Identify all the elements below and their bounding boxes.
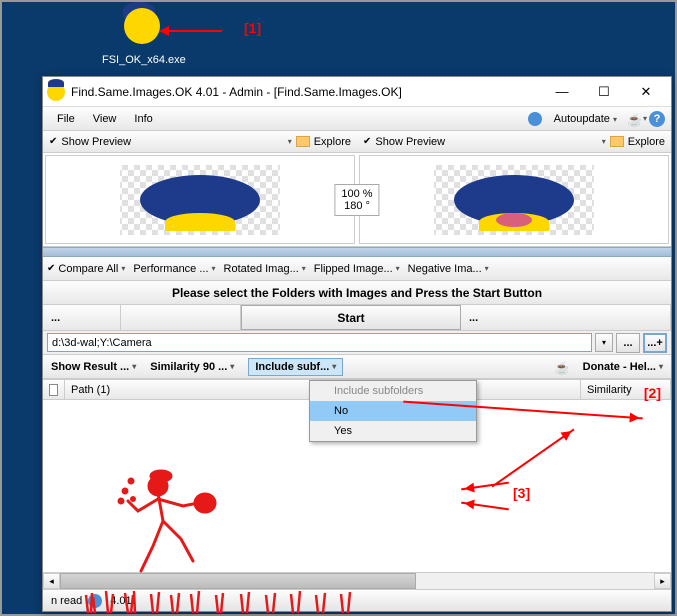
instruction-text: Please select the Folders with Images an… bbox=[43, 281, 671, 305]
filter-similarity[interactable]: Similarity 90 ...▾ bbox=[150, 361, 234, 373]
dropdown-option-yes[interactable]: Yes bbox=[310, 421, 476, 441]
scroll-right-button[interactable]: ▸ bbox=[654, 573, 671, 589]
browse-button[interactable]: ... bbox=[616, 333, 640, 353]
menu-autoupdate[interactable]: Autoupdate ▾ bbox=[546, 111, 625, 127]
start-button[interactable]: Start bbox=[241, 305, 461, 330]
menu-info[interactable]: Info bbox=[126, 111, 160, 127]
path-dropdown[interactable]: ▾ bbox=[595, 333, 613, 352]
option-compare-all[interactable]: ✔Compare All▾ bbox=[47, 263, 125, 275]
preview-toolbar: ✔ Show Preview ▾ Explore ✔ Show Preview … bbox=[43, 131, 671, 153]
path-row: ▾ ... ...+ bbox=[43, 331, 671, 355]
folder-icon bbox=[610, 136, 624, 147]
preview-pane-right[interactable] bbox=[359, 155, 669, 244]
right-dots-button[interactable]: ... bbox=[461, 305, 671, 330]
coffee-icon: ☕ bbox=[555, 361, 569, 373]
annotation-1: [1] bbox=[244, 20, 261, 36]
filter-donate[interactable]: Donate - Hel...▾ bbox=[583, 361, 663, 373]
left-dots-button[interactable]: ... bbox=[43, 305, 121, 330]
status-read: n read bbox=[51, 595, 82, 607]
chevron-down-icon[interactable]: ▾ bbox=[288, 137, 292, 146]
filter-toolbar: Show Result ...▾ Similarity 90 ...▾ Incl… bbox=[43, 355, 671, 379]
show-preview-right[interactable]: Show Preview bbox=[375, 136, 445, 148]
menu-file[interactable]: File bbox=[49, 111, 83, 127]
decorative-figure bbox=[113, 461, 233, 581]
annotation-arrow-1 bbox=[162, 30, 222, 32]
shortcut-label: FSI_OK_x64.exe bbox=[102, 54, 182, 66]
decorative-grass bbox=[83, 585, 363, 613]
maximize-button[interactable]: ☐ bbox=[583, 78, 625, 106]
option-flipped[interactable]: Flipped Image...▾ bbox=[314, 263, 400, 275]
minimize-button[interactable]: — bbox=[541, 78, 583, 106]
preview-panes: 100 % 180 ° bbox=[43, 153, 671, 247]
zoom-indicator[interactable]: 100 % 180 ° bbox=[334, 184, 379, 216]
option-performance[interactable]: Performance ...▾ bbox=[133, 263, 215, 275]
show-preview-left[interactable]: Show Preview bbox=[61, 136, 131, 148]
application-window: Find.Same.Images.OK 4.01 - Admin - [Find… bbox=[42, 76, 672, 612]
annotation-2: [2] bbox=[644, 385, 661, 401]
column-checkbox[interactable] bbox=[43, 380, 65, 399]
options-toolbar: ✔Compare All▾ Performance ...▾ Rotated I… bbox=[43, 257, 671, 281]
chevron-down-icon[interactable]: ▾ bbox=[602, 137, 606, 146]
check-icon: ✔ bbox=[49, 136, 57, 147]
window-title: Find.Same.Images.OK 4.01 - Admin - [Find… bbox=[71, 85, 541, 99]
preview-pane-left[interactable] bbox=[45, 155, 355, 244]
explore-left[interactable]: Explore bbox=[314, 136, 351, 148]
preview-image-right bbox=[434, 165, 594, 235]
action-row: ... Start ... bbox=[43, 305, 671, 331]
menu-view[interactable]: View bbox=[85, 111, 125, 127]
folder-icon bbox=[296, 136, 310, 147]
globe-icon bbox=[528, 112, 542, 126]
scroll-left-button[interactable]: ◂ bbox=[43, 573, 60, 589]
desktop-shortcut[interactable]: FSI_OK_x64.exe bbox=[102, 8, 182, 66]
option-negative[interactable]: Negative Ima...▾ bbox=[408, 263, 489, 275]
add-path-button[interactable]: ...+ bbox=[643, 333, 667, 353]
titlebar[interactable]: Find.Same.Images.OK 4.01 - Admin - [Find… bbox=[43, 77, 671, 107]
preview-image-left bbox=[120, 165, 280, 235]
path-input[interactable] bbox=[47, 333, 592, 352]
help-icon[interactable]: ? bbox=[649, 111, 665, 127]
menubar: File View Info Autoupdate ▾ ☕ ▾ ? bbox=[43, 107, 671, 131]
explore-right[interactable]: Explore bbox=[628, 136, 665, 148]
option-rotated[interactable]: Rotated Imag...▾ bbox=[224, 263, 306, 275]
splitter-bar[interactable] bbox=[43, 247, 671, 257]
filter-include-subfolders[interactable]: Include subf...▾ bbox=[248, 358, 343, 376]
dropdown-header: Include subfolders bbox=[310, 381, 476, 401]
filter-show-result[interactable]: Show Result ...▾ bbox=[51, 361, 136, 373]
annotation-3: [3] bbox=[513, 485, 530, 501]
check-icon: ✔ bbox=[363, 136, 371, 147]
titlebar-app-icon bbox=[47, 83, 65, 101]
close-button[interactable]: ✕ bbox=[625, 78, 667, 106]
coffee-icon[interactable]: ☕ bbox=[627, 113, 641, 125]
include-subfolders-menu: Include subfolders No Yes bbox=[309, 380, 477, 442]
